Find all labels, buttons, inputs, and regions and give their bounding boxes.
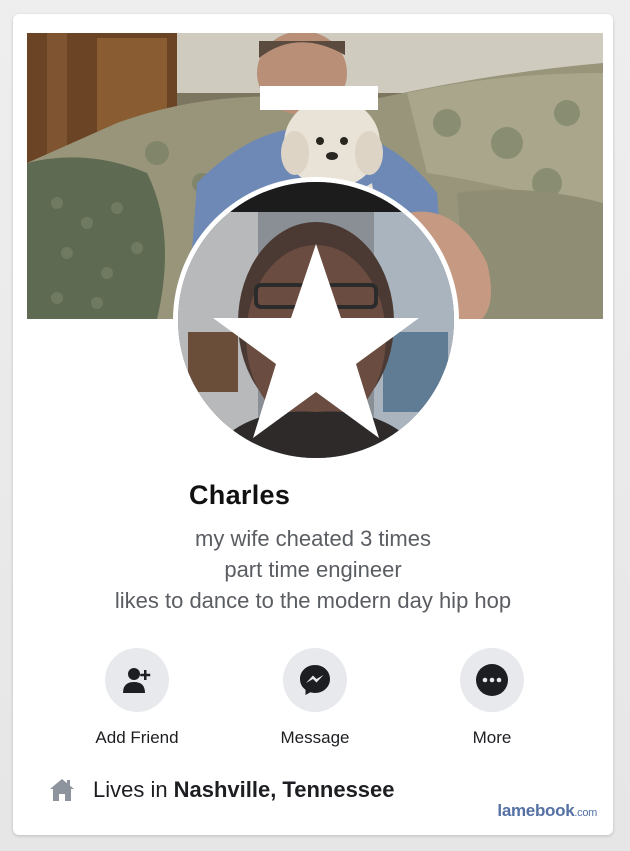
lives-in-prefix: Lives in [93, 777, 168, 802]
lives-in-city[interactable]: Nashville, Tennessee [174, 777, 395, 803]
watermark-domain: .com [574, 807, 597, 819]
page: Charles my wife cheated 3 times part tim… [0, 0, 630, 851]
more-icon-circle[interactable] [460, 648, 524, 712]
add-friend-icon-circle[interactable] [105, 648, 169, 712]
message-button[interactable]: Message [245, 648, 385, 748]
profile-name: Charles [189, 480, 291, 510]
add-friend-label: Add Friend [95, 728, 179, 747]
redaction-bar [260, 86, 378, 110]
watermark: lamebook.com [497, 801, 597, 821]
profile-card: Charles my wife cheated 3 times part tim… [13, 14, 613, 835]
more-icon [476, 664, 508, 696]
more-label: More [472, 728, 512, 747]
home-icon [50, 779, 74, 801]
watermark-brand: lamebook [497, 801, 575, 820]
profile-picture[interactable] [178, 182, 454, 458]
bio-line: part time engineer [224, 557, 402, 582]
lives-in-row: Lives in Nashville, Tennessee [49, 777, 395, 803]
message-icon-circle[interactable] [283, 648, 347, 712]
message-label: Message [280, 728, 350, 747]
profile-picture-frame[interactable] [173, 177, 459, 463]
bio-line: my wife cheated 3 times [195, 526, 431, 551]
bio-line: likes to dance to the modern day hip hop [114, 588, 512, 613]
add-friend-button[interactable]: Add Friend [67, 648, 207, 748]
add-friend-icon [123, 668, 151, 693]
more-button[interactable]: More [422, 648, 562, 748]
messenger-icon [300, 665, 330, 695]
